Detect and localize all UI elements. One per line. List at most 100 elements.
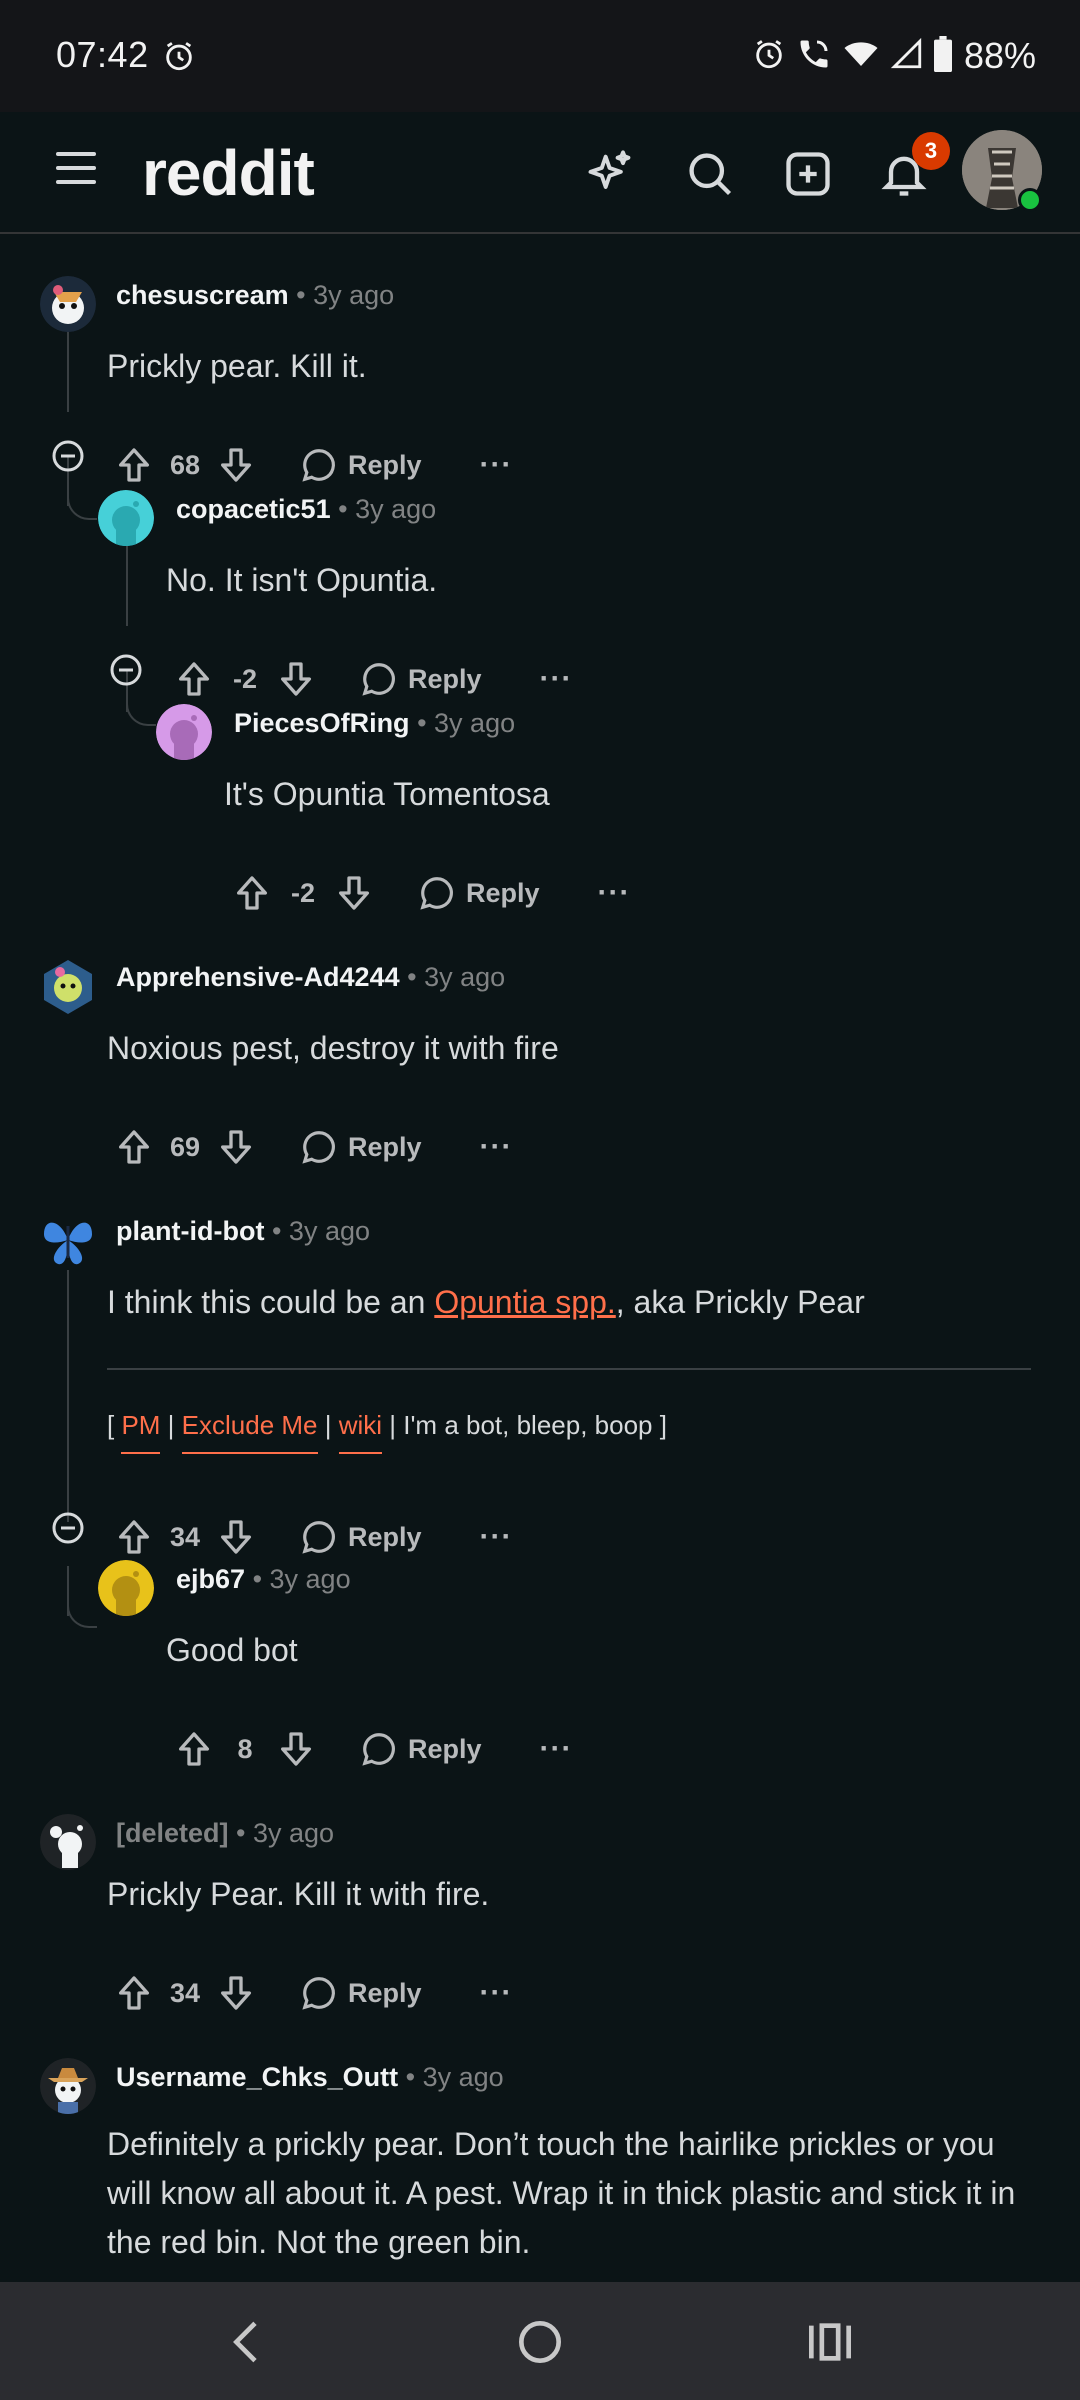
comment-author[interactable]: PiecesOfRing • 3y ago bbox=[234, 708, 515, 739]
reply-button[interactable]: Reply bbox=[418, 874, 540, 912]
wifi-icon bbox=[842, 36, 880, 77]
comment-author[interactable]: Apprehensive-Ad4244 • 3y ago bbox=[116, 962, 505, 993]
reply-button[interactable]: Reply bbox=[360, 1730, 482, 1768]
downvote-icon[interactable] bbox=[334, 873, 374, 913]
status-time: 07:42 bbox=[56, 34, 149, 75]
comment-body: Noxious pest, destroy it with fire bbox=[107, 1030, 559, 1066]
battery-percent: 88% bbox=[963, 35, 1036, 76]
downvote-icon[interactable] bbox=[216, 1127, 256, 1167]
avatar[interactable] bbox=[40, 2058, 96, 2114]
comment-author[interactable]: ejb67 • 3y ago bbox=[176, 1564, 351, 1595]
thread-line bbox=[126, 544, 128, 626]
more-options-icon[interactable]: ··· bbox=[598, 876, 631, 910]
reply-icon bbox=[302, 1521, 335, 1554]
comment-body: No. It isn't Opuntia. bbox=[166, 562, 438, 598]
reply-button[interactable]: Reply bbox=[300, 1974, 422, 2012]
avatar[interactable] bbox=[98, 1560, 154, 1616]
home-icon[interactable] bbox=[512, 2314, 568, 2370]
comment-feed[interactable]: chesuscream • 3y ago Prickly pear. Kill … bbox=[0, 234, 1080, 2282]
avatar[interactable] bbox=[40, 276, 96, 332]
upvote-icon[interactable] bbox=[114, 1973, 154, 2013]
reply-icon bbox=[362, 1733, 395, 1766]
reply-icon bbox=[302, 1131, 335, 1164]
vote-score: 68 bbox=[169, 449, 201, 480]
signal-icon bbox=[890, 37, 924, 76]
upvote-icon[interactable] bbox=[174, 659, 214, 699]
opuntia-link[interactable]: Opuntia spp. bbox=[434, 1284, 615, 1320]
wifi-call-icon bbox=[796, 36, 832, 77]
comment-author[interactable]: chesuscream • 3y ago bbox=[116, 280, 394, 311]
collapse-thread-icon[interactable] bbox=[52, 440, 84, 472]
more-options-icon[interactable]: ··· bbox=[480, 448, 513, 482]
comment-author[interactable]: copacetic51 • 3y ago bbox=[176, 494, 436, 525]
avatar bbox=[40, 1814, 96, 1870]
recent-apps-icon[interactable] bbox=[802, 2314, 858, 2370]
more-options-icon[interactable]: ··· bbox=[480, 1130, 513, 1164]
downvote-icon[interactable] bbox=[276, 1729, 316, 1769]
more-options-icon[interactable]: ··· bbox=[540, 662, 573, 696]
upvote-icon[interactable] bbox=[114, 445, 154, 485]
downvote-icon[interactable] bbox=[276, 659, 316, 699]
reply-button[interactable]: Reply bbox=[300, 446, 422, 484]
bot-wiki-link[interactable]: wiki bbox=[338, 1410, 383, 1454]
more-options-icon[interactable]: ··· bbox=[480, 1976, 513, 2010]
reply-button[interactable]: Reply bbox=[300, 1128, 422, 1166]
downvote-icon[interactable] bbox=[216, 445, 256, 485]
upvote-icon[interactable] bbox=[232, 873, 272, 913]
search-icon[interactable] bbox=[684, 148, 736, 200]
thread-connector bbox=[126, 696, 156, 726]
reply-icon bbox=[420, 877, 453, 910]
notification-badge: 3 bbox=[912, 132, 950, 170]
menu-icon[interactable] bbox=[56, 152, 96, 192]
app-header: reddit 3 bbox=[0, 112, 1080, 234]
status-bar: 07:42 88% bbox=[0, 0, 1080, 112]
comment-body: I think this could be an Opuntia spp., a… bbox=[107, 1284, 865, 1320]
vote-score: -2 bbox=[232, 663, 257, 694]
comment-body: Definitely a prickly pear. Don’t touch t… bbox=[107, 2126, 1016, 2260]
reply-icon bbox=[302, 1977, 335, 2010]
comment-age: • 3y ago bbox=[271, 1216, 370, 1246]
comment-age: • 3y ago bbox=[338, 494, 437, 524]
sparkle-icon[interactable] bbox=[584, 148, 636, 200]
bot-exclude-link[interactable]: Exclude Me bbox=[181, 1410, 318, 1454]
avatar[interactable] bbox=[98, 490, 154, 546]
vote-score: 34 bbox=[169, 1977, 201, 2008]
reply-button[interactable]: Reply bbox=[300, 1518, 422, 1556]
reply-icon bbox=[302, 449, 335, 482]
thread-line bbox=[67, 1270, 69, 1522]
comment-body: Prickly pear. Kill it. bbox=[107, 348, 367, 384]
upvote-icon[interactable] bbox=[114, 1517, 154, 1557]
comment-age: • 3y ago bbox=[417, 708, 516, 738]
create-post-icon[interactable] bbox=[782, 148, 834, 200]
reddit-logo[interactable]: reddit bbox=[142, 136, 315, 210]
avatar[interactable] bbox=[40, 1212, 96, 1268]
comment-age: • 3y ago bbox=[407, 962, 506, 992]
bot-pm-link[interactable]: PM bbox=[121, 1410, 161, 1454]
reply-button[interactable]: Reply bbox=[360, 660, 482, 698]
more-options-icon[interactable]: ··· bbox=[480, 1520, 513, 1554]
comment-author[interactable]: Username_Chks_Outt • 3y ago bbox=[116, 2062, 504, 2093]
comment-actions: 69 Reply ··· bbox=[114, 1122, 513, 1172]
comment-actions: -2 Reply ··· bbox=[232, 868, 631, 918]
collapse-thread-icon[interactable] bbox=[110, 654, 142, 686]
collapse-thread-icon[interactable] bbox=[52, 1512, 84, 1544]
downvote-icon[interactable] bbox=[216, 1517, 256, 1557]
system-nav-bar bbox=[0, 2282, 1080, 2400]
comment-body: It's Opuntia Tomentosa bbox=[224, 776, 550, 812]
upvote-icon[interactable] bbox=[114, 1127, 154, 1167]
reply-icon bbox=[362, 663, 395, 696]
bot-footer: [ PM | Exclude Me | wiki | I'm a bot, bl… bbox=[107, 1410, 667, 1454]
divider bbox=[107, 1368, 1031, 1370]
upvote-icon[interactable] bbox=[174, 1729, 214, 1769]
comment-actions: -2 Reply ··· bbox=[174, 654, 573, 704]
comment-actions: 34 Reply ··· bbox=[114, 1512, 513, 1562]
battery-icon bbox=[933, 35, 952, 77]
online-status-dot bbox=[1018, 188, 1042, 212]
vote-score: -2 bbox=[290, 877, 315, 908]
comment-author[interactable]: plant-id-bot • 3y ago bbox=[116, 1216, 370, 1247]
more-options-icon[interactable]: ··· bbox=[540, 1732, 573, 1766]
downvote-icon[interactable] bbox=[216, 1973, 256, 2013]
avatar[interactable] bbox=[156, 704, 212, 760]
back-icon[interactable] bbox=[220, 2314, 276, 2370]
avatar[interactable] bbox=[40, 958, 96, 1014]
